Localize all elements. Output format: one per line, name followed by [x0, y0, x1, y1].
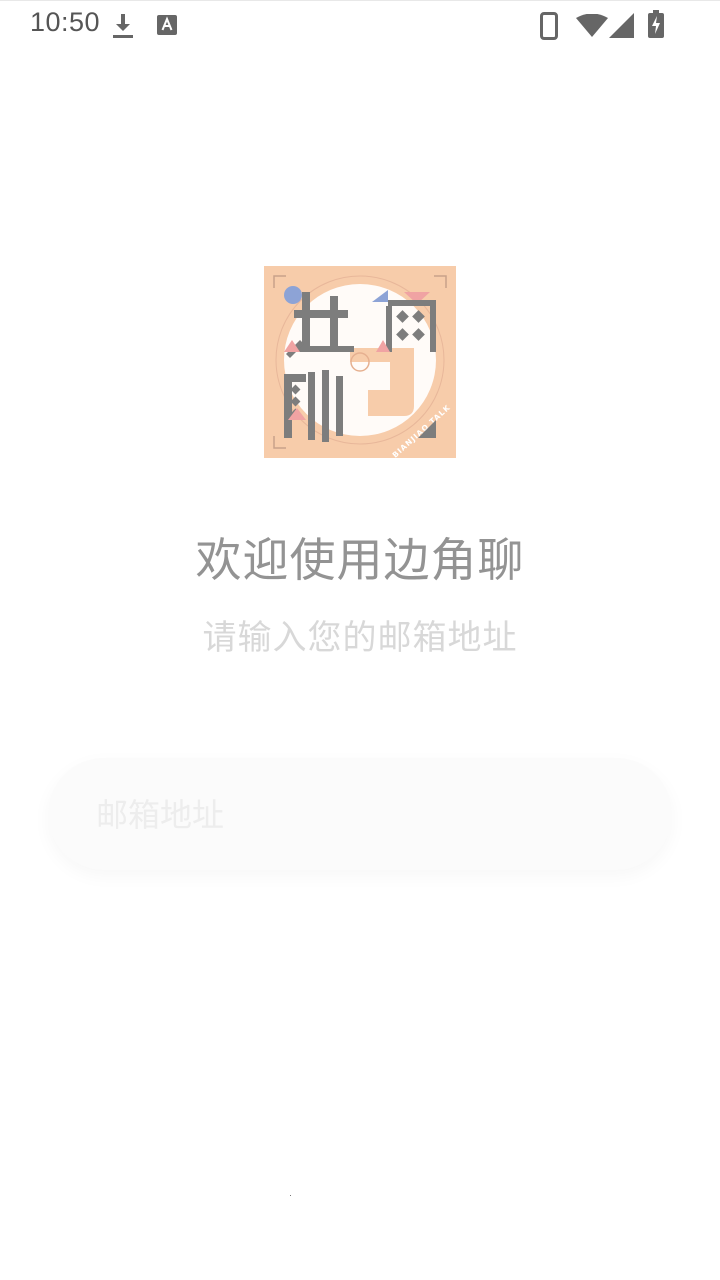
download-icon [113, 14, 133, 38]
signal-icon [609, 13, 634, 38]
welcome-subtitle: 请输入您的邮箱地址 [202, 618, 518, 658]
phone-icon [540, 12, 558, 40]
email-field[interactable] [96, 790, 616, 840]
status-time: 10:50 [30, 7, 101, 37]
welcome-title: 欢迎使用边角聊 [195, 533, 525, 587]
email-field-container[interactable] [48, 758, 672, 870]
login-screen: 10:50 BIANJIAO TALK 欢迎使用边角聊 请输入您的邮箱地址 邮箱… [0, 0, 720, 1280]
status-bar: 10:50 [0, 0, 720, 48]
wifi-icon [576, 14, 608, 37]
text-a-icon [157, 15, 177, 35]
app-logo-graphic: BIANJIAO TALK [264, 266, 456, 458]
tiny-dot [290, 1195, 291, 1196]
battery-charging-icon [648, 10, 664, 38]
app-logo: BIANJIAO TALK [264, 266, 456, 458]
